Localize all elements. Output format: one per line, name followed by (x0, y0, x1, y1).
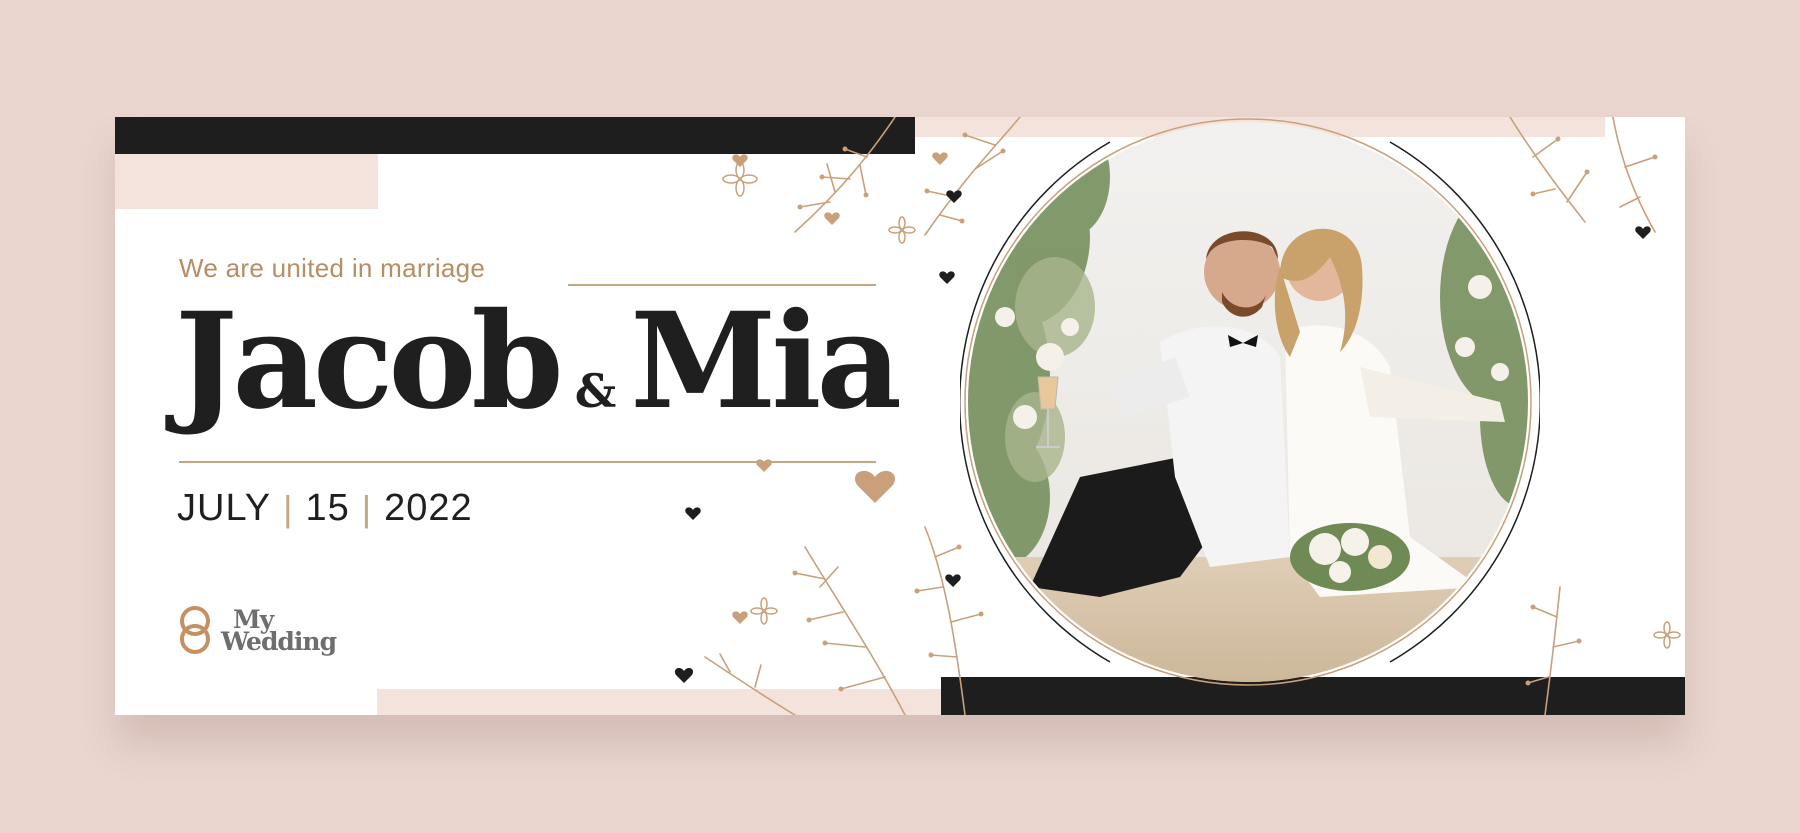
ampersand: & (574, 364, 617, 418)
page-background: We are united in marriage Jacob & Mia JU… (0, 0, 1800, 833)
date-separator: | (283, 487, 294, 529)
name-first: Jacob (175, 284, 564, 439)
interlocked-rings-icon (180, 606, 210, 654)
wedding-banner: We are united in marriage Jacob & Mia JU… (115, 117, 1685, 715)
couple-names: Jacob & Mia (175, 284, 902, 439)
logo-text: My Wedding (221, 607, 337, 656)
bouquet (1290, 523, 1410, 591)
date-separator: | (361, 487, 373, 529)
names-divider (179, 461, 876, 463)
wedding-date: JULY | 15 | 2022 (177, 487, 473, 530)
top-dark-bar (115, 117, 915, 154)
couple-photo (960, 118, 1540, 686)
top-pink-block (115, 154, 378, 209)
brand-logo: My Wedding (177, 605, 337, 657)
date-year: 2022 (384, 487, 473, 529)
tagline: We are united in marriage (179, 253, 486, 283)
date-day: 15 (305, 487, 350, 529)
name-second: Mia (630, 284, 902, 439)
date-month: JULY (177, 487, 272, 529)
logo-line2: Wedding (221, 627, 337, 656)
